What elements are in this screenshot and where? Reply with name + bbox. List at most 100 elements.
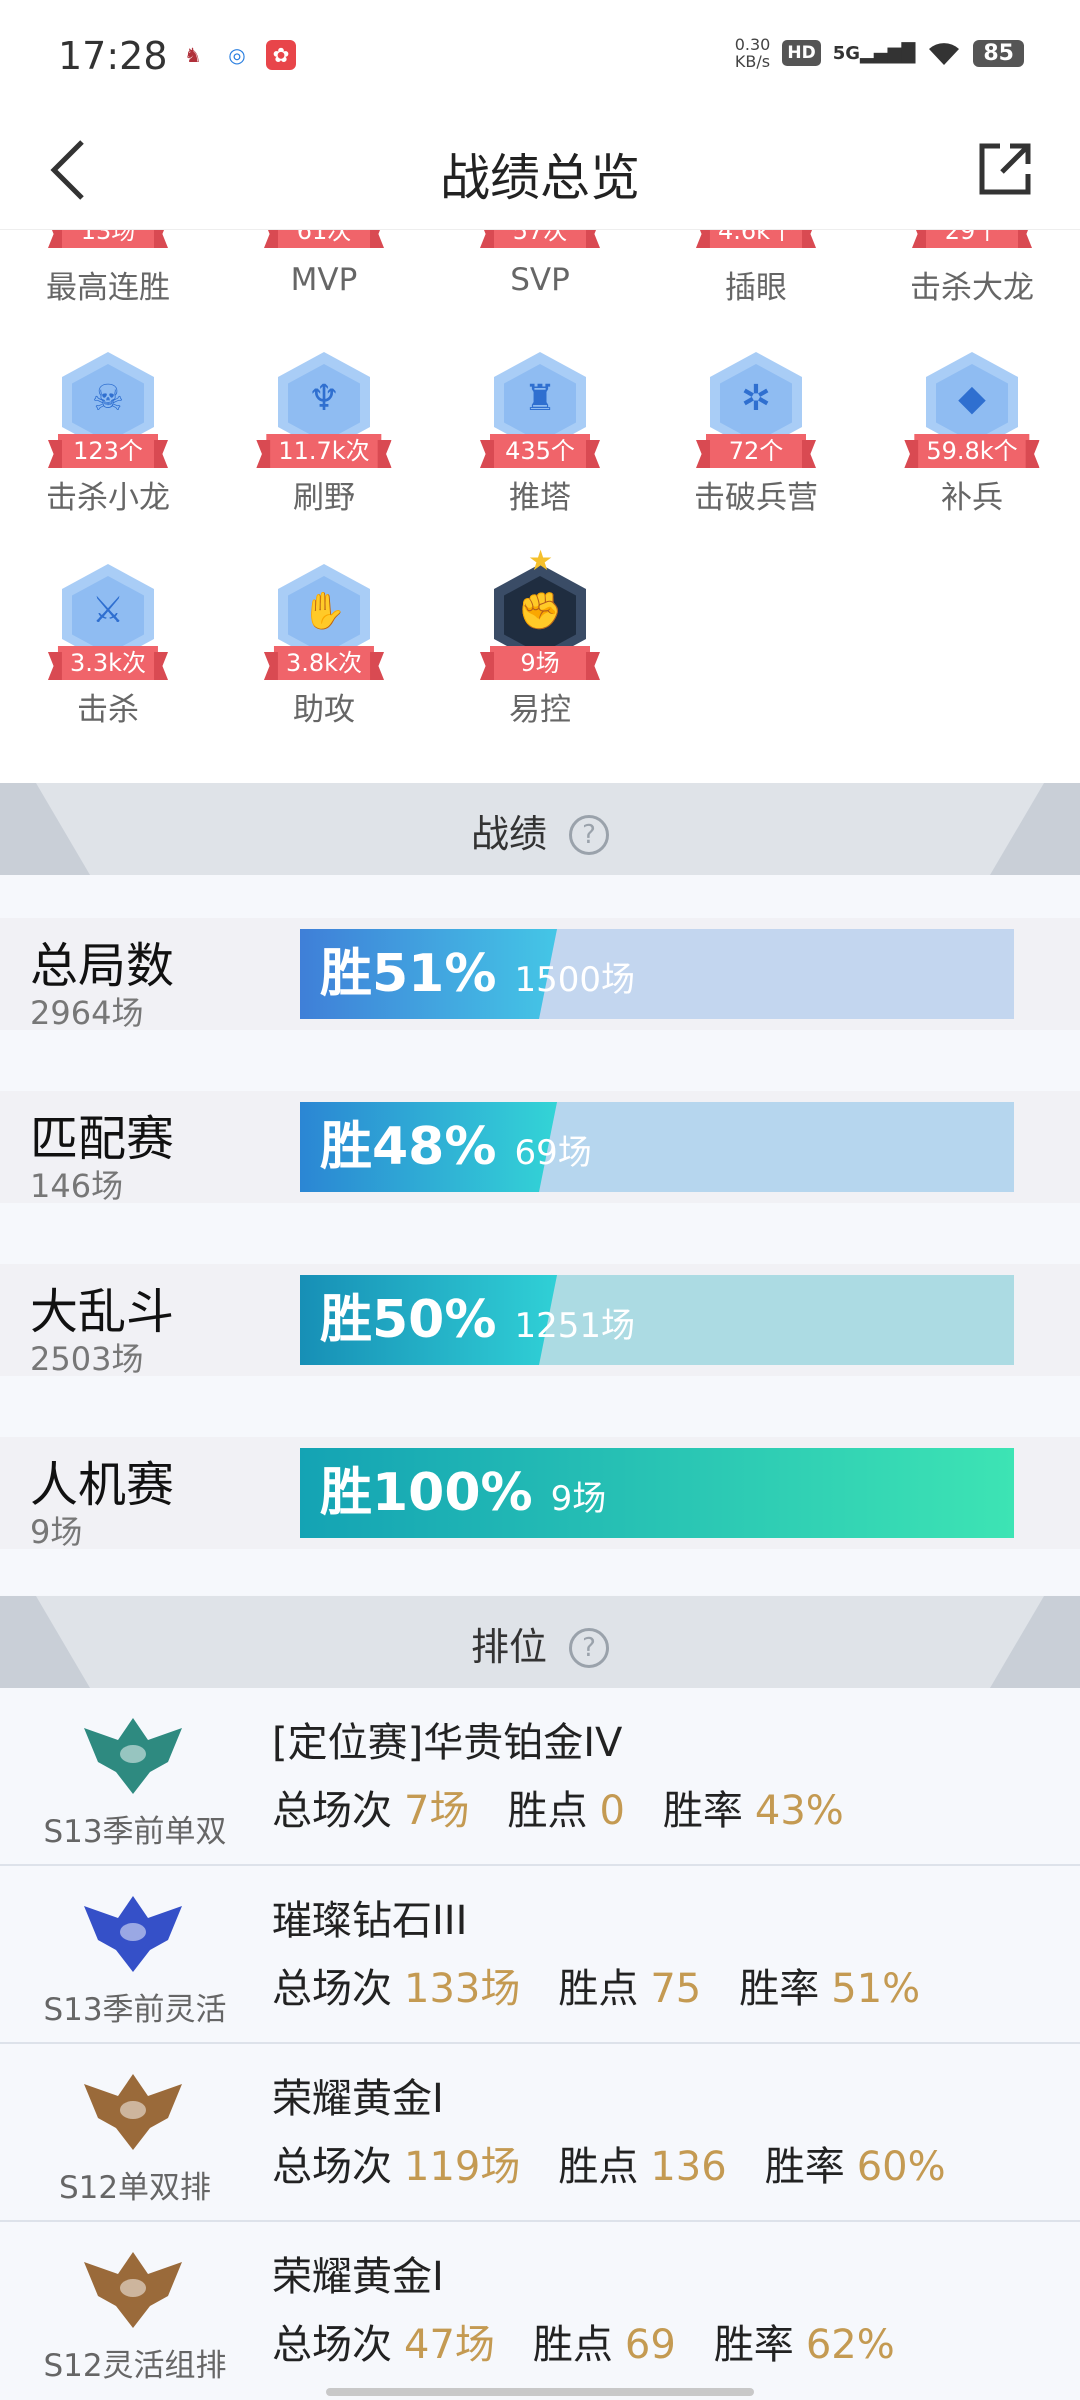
achievement-value: 13场 bbox=[58, 230, 158, 248]
record-count: 146场 bbox=[30, 1167, 124, 1205]
achievement-label: 易控 bbox=[509, 692, 571, 728]
status-icons: 0.30 KB/s HD 5G▂▄▆█ 85 bbox=[735, 36, 1024, 70]
jungle-icon: ♆ bbox=[307, 378, 341, 419]
achievement-label: 击破兵营 bbox=[694, 480, 818, 516]
rank-total: 133场 bbox=[404, 1966, 521, 2012]
rank-row[interactable]: S12单双排 荣耀黄金I 总场次 119场 胜点 136 胜率 60% bbox=[0, 2044, 1080, 2222]
achievement-value: 3.8k次 bbox=[273, 646, 375, 680]
rank-season: S13季前单双 bbox=[43, 1814, 227, 1850]
rank-stats: 总场次 47场 胜点 69 胜率 62% bbox=[272, 2322, 895, 2368]
achievement-label: 最高连胜 bbox=[46, 270, 170, 306]
achievement-item[interactable]: 4.6k个 插眼 bbox=[648, 230, 864, 307]
control-icon: ✊ bbox=[517, 591, 563, 632]
achievement-value: 72个 bbox=[706, 434, 806, 468]
minion-icon: ◆ bbox=[958, 378, 986, 419]
achievement-value: 4.6k个 bbox=[705, 230, 807, 248]
rank-stats: 总场次 133场 胜点 75 胜率 51% bbox=[272, 1966, 921, 2012]
app-notification-icon: ✿ bbox=[266, 40, 296, 70]
rank-tier: 荣耀黄金I bbox=[272, 2076, 444, 2122]
achievement-item-barracks[interactable]: ✲ 72个 击破兵营 bbox=[648, 350, 864, 517]
win-rate-bar: 胜48% 69场 bbox=[300, 1102, 1014, 1192]
hd-icon: HD bbox=[782, 40, 821, 66]
rank-row[interactable]: S13季前单双 [定位赛]华贵铂金IV 总场次 7场 胜点 0 胜率 43% bbox=[0, 1688, 1080, 1866]
win-rate-text: 胜50% bbox=[320, 1290, 497, 1350]
rank-rate: 51% bbox=[831, 1966, 921, 2012]
win-rate-bar: 胜50% 1251场 bbox=[300, 1275, 1014, 1365]
wifi-icon bbox=[929, 43, 960, 65]
rank-stats: 总场次 7场 胜点 0 胜率 43% bbox=[272, 1788, 844, 1834]
record-count: 2503场 bbox=[30, 1340, 144, 1378]
page-title: 战绩总览 bbox=[440, 149, 640, 207]
star-icon: ★ bbox=[528, 544, 554, 577]
achievement-value: 3.3k次 bbox=[57, 646, 159, 680]
achievement-value: 61次 bbox=[274, 230, 374, 248]
rank-total: 119场 bbox=[404, 2144, 521, 2190]
app-notification-icon: ♞ bbox=[184, 43, 202, 67]
achievement-value: 435个 bbox=[490, 434, 590, 468]
status-bar: 17:28 ♞ ◎ ✿ 0.30 KB/s HD 5G▂▄▆█ 85 bbox=[0, 0, 1080, 110]
barracks-icon: ✲ bbox=[740, 378, 772, 419]
achievement-item-tower[interactable]: ♜ 435个 推塔 bbox=[432, 350, 648, 517]
achievement-item-control[interactable]: ✊ ★ 9场 易控 bbox=[432, 544, 648, 729]
record-list: 总局数 2964场 胜51% 1500场 匹配赛 146场 胜48% 69场 大乱斗… bbox=[0, 875, 1080, 1595]
rank-points: 0 bbox=[599, 1788, 625, 1834]
diamond-emblem-icon bbox=[84, 1896, 182, 1972]
win-rate-bar: 胜100% 9场 bbox=[300, 1448, 1014, 1538]
help-icon[interactable]: ? bbox=[569, 1628, 609, 1668]
home-indicator[interactable] bbox=[326, 2388, 754, 2396]
achievement-item-kill[interactable]: ⚔ 3.3k次 击杀 bbox=[0, 562, 216, 729]
network-speed: 0.30 KB/s bbox=[734, 35, 771, 71]
rank-points: 69 bbox=[624, 2322, 676, 2368]
record-row-bot[interactable]: 人机赛 9场 胜100% 9场 bbox=[0, 1437, 1080, 1551]
achievement-item-minion[interactable]: ◆ 59.8k个 补兵 bbox=[864, 350, 1080, 517]
record-name: 大乱斗 bbox=[30, 1284, 175, 1340]
achievement-item[interactable]: 61次 MVP bbox=[216, 230, 432, 298]
status-time: 17:28 bbox=[58, 34, 168, 78]
dragon-icon: ☠ bbox=[91, 378, 125, 419]
achievement-item[interactable]: 13场 最高连胜 bbox=[0, 230, 216, 307]
rank-tier: [定位赛]华贵铂金IV bbox=[272, 1720, 623, 1766]
record-name: 人机赛 bbox=[30, 1457, 175, 1513]
achievement-value: 9场 bbox=[490, 646, 590, 680]
rank-points: 75 bbox=[650, 1966, 702, 2012]
rank-row[interactable]: S12灵活组排 荣耀黄金I 总场次 47场 胜点 69 胜率 62% bbox=[0, 2222, 1080, 2400]
achievement-label: 击杀 bbox=[77, 692, 139, 728]
record-count: 2964场 bbox=[30, 994, 144, 1032]
rank-stats: 总场次 119场 胜点 136 胜率 60% bbox=[272, 2144, 946, 2190]
rank-rate: 60% bbox=[856, 2144, 946, 2190]
record-row-aram[interactable]: 大乱斗 2503场 胜50% 1251场 bbox=[0, 1264, 1080, 1378]
achievement-item-jungle[interactable]: ♆ 11.7k次 刷野 bbox=[216, 350, 432, 517]
help-icon[interactable]: ? bbox=[569, 815, 609, 855]
record-name: 匹配赛 bbox=[30, 1111, 175, 1167]
share-icon bbox=[979, 143, 1031, 195]
win-rate-text: 胜48% bbox=[320, 1117, 497, 1177]
achievement-label: 插眼 bbox=[725, 270, 787, 306]
title-bar: 战绩总览 bbox=[0, 110, 1080, 230]
win-rate-text: 胜100% bbox=[320, 1463, 533, 1523]
achievement-value: 57次 bbox=[490, 230, 590, 248]
achievement-label: MVP bbox=[290, 262, 358, 298]
record-row-match[interactable]: 匹配赛 146场 胜48% 69场 bbox=[0, 1091, 1080, 1205]
platinum-emblem-icon bbox=[84, 1718, 182, 1794]
battery-icon: 85 bbox=[973, 39, 1024, 67]
assist-icon: ✋ bbox=[301, 591, 347, 632]
achievement-label: 击杀小龙 bbox=[46, 480, 170, 516]
achievement-item[interactable]: 29个 击杀大龙 bbox=[864, 230, 1080, 307]
achievement-label: 助攻 bbox=[293, 692, 355, 728]
rank-list: S13季前单双 [定位赛]华贵铂金IV 总场次 7场 胜点 0 胜率 43% S13季前灵… bbox=[0, 1688, 1080, 2400]
achievement-value: 29个 bbox=[922, 230, 1022, 248]
section-title: 战绩 bbox=[470, 812, 547, 856]
rank-rate: 43% bbox=[754, 1788, 844, 1834]
record-section-header: 战绩? bbox=[0, 783, 1080, 875]
rank-total: 47场 bbox=[404, 2322, 495, 2368]
achievement-item-assist[interactable]: ✋ 3.8k次 助攻 bbox=[216, 562, 432, 729]
rank-row[interactable]: S13季前灵活 璀璨钻石III 总场次 133场 胜点 75 胜率 51% bbox=[0, 1866, 1080, 2044]
win-games: 1251场 bbox=[514, 1306, 635, 1346]
signal-icon: 5G▂▄▆█ bbox=[832, 42, 916, 64]
achievement-item[interactable]: 57次 SVP bbox=[432, 230, 648, 298]
kill-icon: ⚔ bbox=[91, 590, 125, 631]
win-games: 9场 bbox=[550, 1479, 607, 1519]
record-row-total[interactable]: 总局数 2964场 胜51% 1500场 bbox=[0, 918, 1080, 1032]
share-button[interactable] bbox=[970, 134, 1040, 204]
achievement-item-dragon[interactable]: ☠ 123个 击杀小龙 bbox=[0, 350, 216, 517]
